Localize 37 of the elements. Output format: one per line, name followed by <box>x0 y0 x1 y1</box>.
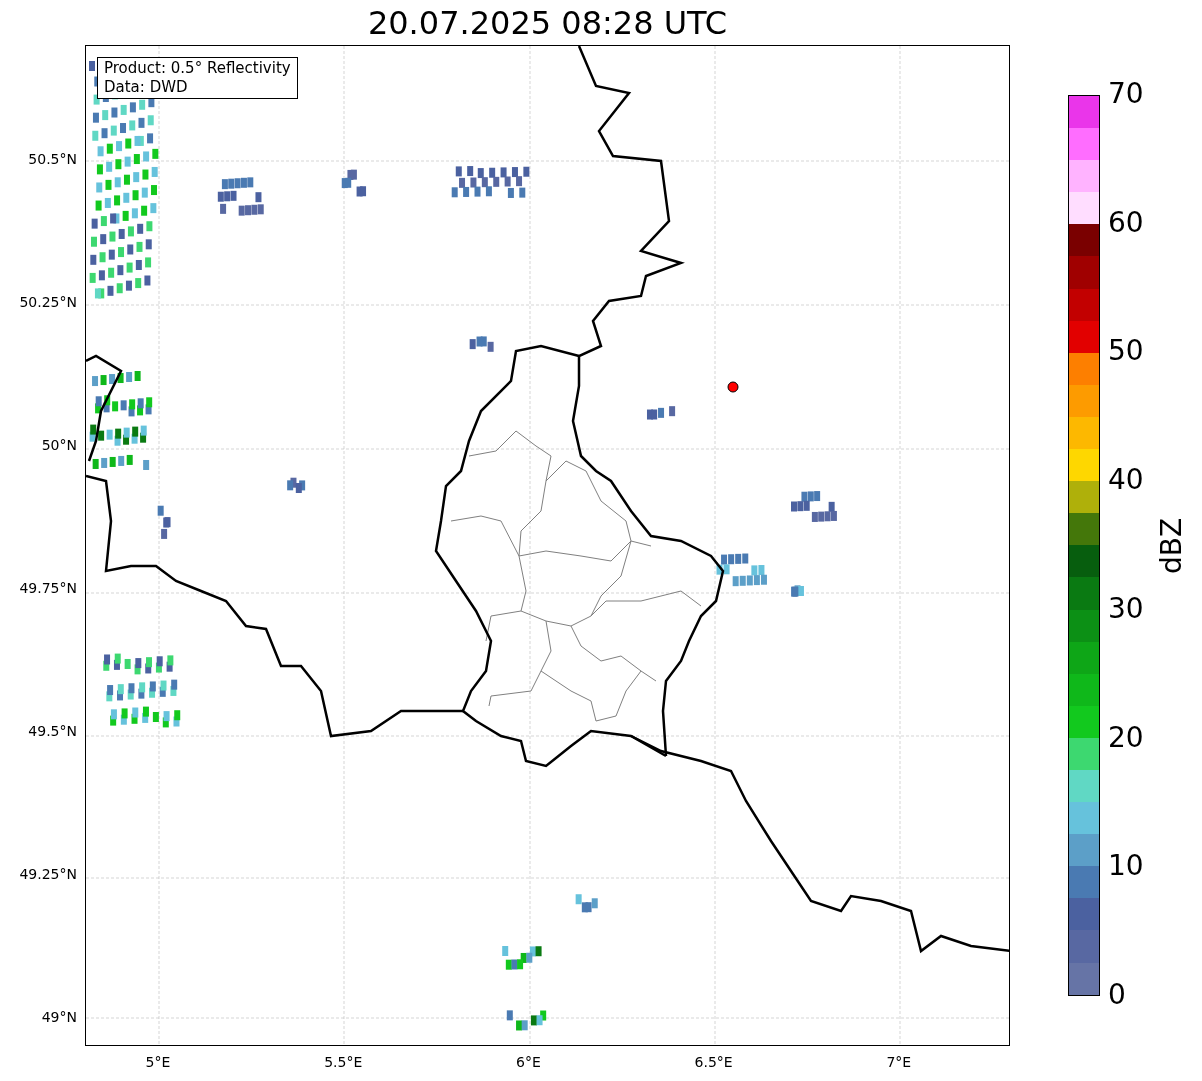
x-tick-label: 6°E <box>515 1053 542 1072</box>
colorbar-tick-label: 40 <box>1108 466 1144 495</box>
radar-echo <box>791 585 804 597</box>
y-tick-label: 49.75°N <box>19 581 77 595</box>
radar-echo <box>791 491 837 522</box>
colorbar-label: dBZ <box>1154 517 1189 574</box>
radar-echo <box>575 894 598 913</box>
radar-echo <box>506 1010 547 1031</box>
y-tick-label: 50.25°N <box>19 295 77 309</box>
colorbar-tick-label: 50 <box>1108 337 1144 366</box>
radar-echo <box>647 406 676 420</box>
radar-echo <box>341 169 367 197</box>
y-tick-label: 49.25°N <box>19 867 77 881</box>
colorbar-tick-label: 30 <box>1108 594 1144 623</box>
info-text: Product: 0.5° Reflectivity <box>104 59 291 78</box>
radar-echo <box>502 946 542 970</box>
radar-echo <box>157 505 171 539</box>
colorbar-tick-label: 70 <box>1108 80 1144 108</box>
radar-echo <box>469 336 494 352</box>
colorbar-tick-label: 60 <box>1108 208 1144 237</box>
y-tick-label: 49.5°N <box>28 724 77 738</box>
y-tick-label: 50°N <box>41 438 77 452</box>
info-text: Data: DWD <box>104 78 189 97</box>
x-tick-label: 5.5°E <box>323 1053 364 1072</box>
y-tick-label: 49°N <box>41 1010 77 1024</box>
colorbar-tick-label: 0 <box>1108 981 1126 1009</box>
y-tick-label: 50.5°N <box>28 152 77 166</box>
radar-echo <box>716 553 767 587</box>
colorbar-tick-label: 20 <box>1108 723 1144 752</box>
x-tick-label: 6.5°E <box>693 1053 734 1072</box>
x-tick-label: 5°E <box>144 1053 172 1072</box>
station-marker <box>727 381 739 393</box>
radar-echo <box>287 477 306 493</box>
colorbar-tick-label: 10 <box>1108 852 1144 881</box>
radar-echo <box>217 177 264 216</box>
chart-title: 20.07.2025 08:28 UTC <box>367 6 728 39</box>
x-tick-label: 7°E <box>885 1053 913 1072</box>
